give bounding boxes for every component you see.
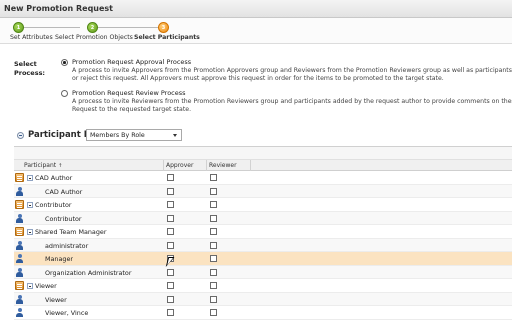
approver-checkbox[interactable] bbox=[167, 309, 174, 316]
select-process-label: Select Process: bbox=[14, 60, 46, 77]
approver-checkbox[interactable] bbox=[167, 187, 174, 195]
step-1-icon[interactable]: 1 bbox=[13, 22, 24, 33]
collapse-icon[interactable] bbox=[27, 202, 33, 208]
table-row[interactable]: Contributor bbox=[14, 198, 512, 212]
group-icon bbox=[15, 173, 24, 182]
table-row[interactable]: CAD Author bbox=[14, 171, 512, 185]
user-icon bbox=[15, 213, 24, 223]
participant-table: Participant ↑ Approver Reviewer CAD Autho… bbox=[14, 146, 512, 325]
review-process-radio[interactable] bbox=[61, 90, 68, 97]
user-icon bbox=[15, 186, 24, 196]
user-icon bbox=[15, 267, 24, 277]
step-2-icon[interactable]: 2 bbox=[87, 22, 98, 33]
participant-name: Shared Team Manager bbox=[35, 228, 107, 236]
approver-checkbox[interactable] bbox=[167, 295, 174, 303]
participant-name: Manager bbox=[45, 255, 74, 263]
reviewer-checkbox[interactable] bbox=[210, 201, 217, 208]
wizard-connector bbox=[98, 27, 158, 28]
reviewer-column-header[interactable]: Reviewer bbox=[209, 162, 237, 169]
reviewer-checkbox[interactable] bbox=[210, 309, 217, 316]
step-3-icon[interactable]: 3 bbox=[158, 22, 169, 33]
table-row[interactable]: Organization Administrator bbox=[14, 265, 512, 279]
table-row[interactable]: Shared Team Manager bbox=[14, 225, 512, 239]
group-icon bbox=[15, 281, 24, 290]
collapse-icon[interactable] bbox=[27, 283, 33, 289]
reviewer-checkbox[interactable] bbox=[210, 241, 217, 249]
view-select[interactable]: Members By Role bbox=[86, 129, 182, 141]
approval-process-radio[interactable] bbox=[61, 59, 68, 66]
collapse-icon[interactable] bbox=[27, 175, 33, 181]
description-line: Request to the requested target state. bbox=[72, 106, 192, 113]
approver-checkbox[interactable] bbox=[167, 214, 174, 222]
participant-column-header[interactable]: Participant ↑ bbox=[24, 162, 62, 169]
approval-process-title[interactable]: Promotion Request Approval Process bbox=[72, 58, 191, 66]
reviewer-checkbox[interactable] bbox=[210, 214, 217, 222]
participant-name: Viewer bbox=[45, 295, 67, 304]
description-line: or reject this request. All Approvers mu… bbox=[72, 75, 444, 82]
approval-process-description: A process to invite Approvers from the P… bbox=[72, 67, 512, 83]
participant-name: Contributor bbox=[45, 214, 82, 223]
participant-name: Viewer bbox=[35, 282, 57, 290]
column-divider[interactable] bbox=[250, 160, 251, 171]
table-row[interactable]: Viewer, Vince bbox=[14, 306, 512, 320]
table-header: Participant ↑ Approver Reviewer bbox=[14, 160, 512, 171]
user-icon bbox=[15, 308, 24, 317]
approver-checkbox[interactable] bbox=[167, 282, 174, 289]
view-select-value: Members By Role bbox=[90, 131, 145, 139]
reviewer-checkbox[interactable] bbox=[210, 282, 217, 289]
column-divider[interactable] bbox=[163, 160, 164, 171]
group-icon bbox=[15, 200, 24, 209]
approver-checkbox[interactable] bbox=[167, 174, 174, 181]
dialog-title: New Promotion Request bbox=[4, 4, 113, 13]
participant-name: CAD Author bbox=[45, 187, 83, 196]
step-3-label[interactable]: Select Participants bbox=[134, 34, 200, 41]
collapse-participant-list-icon[interactable] bbox=[17, 132, 24, 139]
approver-column-header[interactable]: Approver bbox=[166, 162, 193, 169]
table-row[interactable]: CAD Author bbox=[14, 184, 512, 198]
reviewer-checkbox[interactable] bbox=[210, 228, 217, 235]
step-1-label[interactable]: Set Attributes bbox=[10, 34, 53, 41]
reviewer-checkbox[interactable] bbox=[210, 255, 217, 262]
chevron-down-icon bbox=[173, 134, 177, 137]
table-row[interactable]: Viewer bbox=[14, 279, 512, 293]
review-process-description: A process to invite Reviewers from the P… bbox=[72, 98, 512, 114]
participant-name: Contributor bbox=[35, 201, 72, 209]
table-row[interactable]: Contributor bbox=[14, 211, 512, 225]
approver-checkbox[interactable] bbox=[167, 241, 174, 249]
collapse-icon[interactable] bbox=[27, 229, 33, 235]
participant-name: Organization Administrator bbox=[45, 268, 132, 277]
reviewer-checkbox[interactable] bbox=[210, 174, 217, 181]
participant-column-label: Participant bbox=[24, 162, 57, 169]
dialog-title-bar: New Promotion Request bbox=[0, 0, 512, 18]
wizard-steps: 1 2 3 Set Attributes Select Promotion Ob… bbox=[0, 18, 512, 44]
approver-checkbox[interactable] bbox=[167, 201, 174, 208]
column-divider[interactable] bbox=[206, 160, 207, 171]
description-line: A process to invite Approvers from the P… bbox=[72, 67, 512, 74]
reviewer-checkbox[interactable] bbox=[210, 187, 217, 195]
review-process-title[interactable]: Promotion Request Review Process bbox=[72, 89, 186, 97]
participant-name: CAD Author bbox=[35, 174, 73, 182]
table-toolbar bbox=[14, 147, 512, 160]
wizard-connector bbox=[18, 27, 80, 28]
sort-ascending-icon: ↑ bbox=[58, 163, 63, 169]
table-row[interactable]: administrator bbox=[14, 238, 512, 252]
reviewer-checkbox[interactable] bbox=[210, 295, 217, 303]
step-2-label[interactable]: Select Promotion Objects bbox=[55, 34, 133, 41]
participant-name: Viewer, Vince bbox=[45, 309, 89, 317]
user-icon bbox=[15, 240, 24, 250]
user-icon bbox=[15, 254, 24, 263]
user-icon bbox=[15, 294, 24, 304]
description-line: A process to invite Reviewers from the P… bbox=[72, 98, 512, 105]
participant-name: administrator bbox=[45, 241, 89, 250]
group-icon bbox=[15, 227, 24, 236]
approver-checkbox[interactable] bbox=[167, 228, 174, 235]
approver-checkbox[interactable] bbox=[167, 268, 174, 276]
table-row[interactable]: Viewer bbox=[14, 292, 512, 306]
table-row[interactable]: Manager bbox=[14, 252, 512, 266]
reviewer-checkbox[interactable] bbox=[210, 268, 217, 276]
